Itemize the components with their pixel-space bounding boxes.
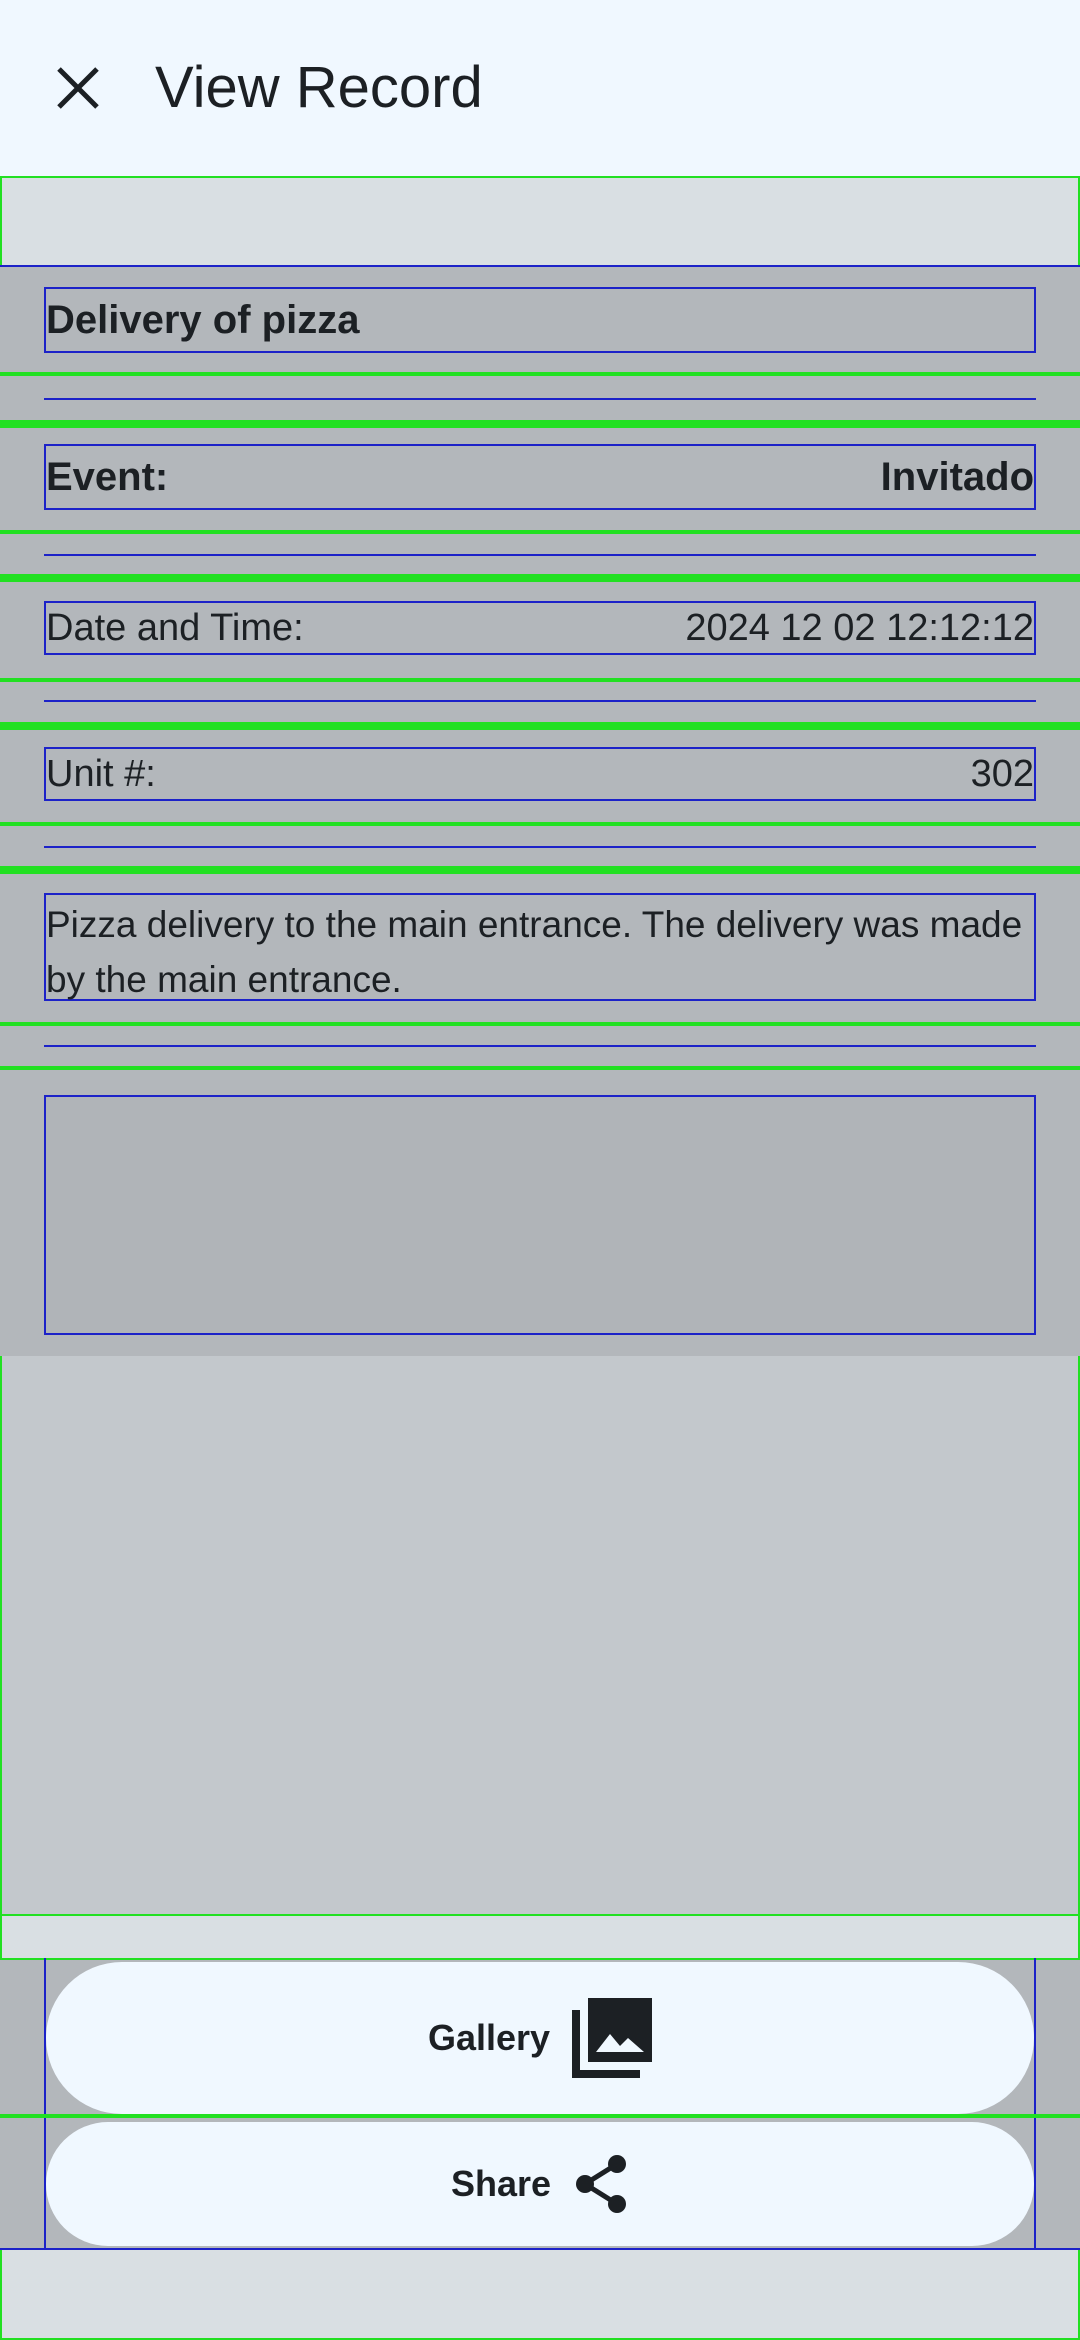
event-box: Event: Invitado xyxy=(44,444,1036,510)
record-description: Pizza delivery to the main entrance. The… xyxy=(46,904,1023,1000)
datetime-label: Date and Time: xyxy=(46,606,304,649)
separator-row xyxy=(0,678,1080,726)
divider xyxy=(44,846,1036,848)
datetime-box: Date and Time: 2024 12 02 12:12:12 xyxy=(44,601,1036,655)
unit-label: Unit #: xyxy=(46,752,156,795)
description-box: Pizza delivery to the main entrance. The… xyxy=(44,893,1036,1001)
share-button[interactable]: Share xyxy=(46,2122,1034,2246)
event-value: Invitado xyxy=(880,454,1034,499)
record-heading-box: Delivery of pizza xyxy=(44,287,1036,353)
close-icon xyxy=(57,67,99,109)
gallery-label: Gallery xyxy=(427,2017,551,2058)
share-label: Share xyxy=(450,2163,552,2204)
action-buttons: Gallery Share xyxy=(0,1958,1080,2250)
photo-placeholder xyxy=(44,1095,1036,1335)
divider xyxy=(44,700,1036,702)
empty-area xyxy=(2,1356,1078,1916)
photo-library-icon xyxy=(572,1998,653,2078)
divider xyxy=(44,1045,1036,1047)
divider xyxy=(44,554,1036,556)
divider xyxy=(44,398,1036,400)
close-button[interactable] xyxy=(40,50,116,126)
unit-box: Unit #: 302 xyxy=(44,747,1036,801)
top-app-bar: View Record xyxy=(0,0,1080,176)
page-title: View Record xyxy=(155,55,483,120)
unit-value: 302 xyxy=(970,752,1034,795)
gallery-button[interactable]: Gallery xyxy=(46,1962,1034,2114)
share-icon xyxy=(576,2155,627,2213)
record-heading: Delivery of pizza xyxy=(46,298,360,342)
event-label: Event: xyxy=(46,454,169,499)
record-card: Delivery of pizza Event: Invitado Date a… xyxy=(0,265,1080,1356)
datetime-value: 2024 12 02 12:12:12 xyxy=(685,606,1034,649)
